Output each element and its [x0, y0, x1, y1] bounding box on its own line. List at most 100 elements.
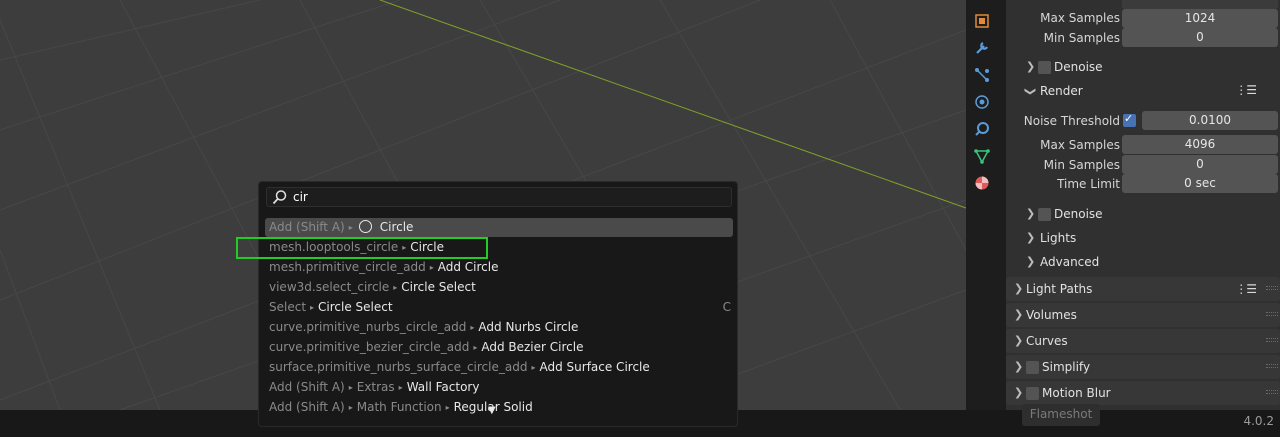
result-path: mesh.primitive_circle_add — [269, 260, 426, 274]
result-path: Add (Shift A) — [269, 220, 345, 234]
volumes-panel[interactable]: ❯ Volumes — [1006, 303, 1280, 327]
chevron-right-icon: ❯ — [1014, 386, 1024, 399]
viewport-max-samples-label: Max Samples — [1040, 11, 1120, 25]
panel-gap — [998, 0, 1006, 410]
chevron-right-icon: ❯ — [1026, 207, 1036, 220]
render-min-samples-label: Min Samples — [1043, 158, 1120, 172]
drag-handle-icon[interactable] — [1266, 390, 1278, 394]
operator-search-popup: Add (Shift A)▸Circlemesh.looptools_circl… — [258, 181, 738, 427]
result-path: curve.primitive_bezier_circle_add — [269, 340, 470, 354]
material-icon[interactable] — [974, 175, 990, 191]
lights-subpanel[interactable]: ❯ Lights — [1020, 227, 1278, 249]
search-input[interactable] — [293, 189, 693, 205]
chevron-right-icon: ❯ — [1014, 282, 1024, 295]
curves-panel[interactable]: ❯ Curves — [1006, 329, 1280, 353]
render-denoise-checkbox[interactable] — [1038, 208, 1051, 221]
noise-threshold-field[interactable]: 0.0100 — [1142, 111, 1278, 130]
result-path: Add (Shift A) — [269, 380, 345, 394]
chevron-right-icon: ❯ — [1026, 231, 1036, 244]
search-box[interactable] — [266, 187, 732, 207]
volumes-label: Volumes — [1026, 308, 1077, 322]
render-max-samples-label: Max Samples — [1040, 138, 1120, 152]
result-path: view3d.select_circle — [269, 280, 390, 294]
viewport-min-samples-row: Min Samples 0 — [1006, 28, 1280, 48]
properties-tab-column — [966, 0, 998, 410]
circle-icon — [358, 220, 372, 233]
result-subpath: Math Function — [356, 400, 442, 414]
breadcrumb-arrow-icon: ▸ — [429, 263, 434, 272]
render-min-samples-field[interactable]: 0 — [1122, 155, 1278, 174]
result-name: Add Circle — [437, 260, 499, 274]
result-name: Add Surface Circle — [539, 360, 650, 374]
viewport-min-samples-label: Min Samples — [1043, 31, 1120, 45]
drag-handle-icon[interactable] — [1266, 364, 1278, 368]
result-path: surface.primitive_nurbs_surface_circle_a… — [269, 360, 528, 374]
properties-panel: Max Samples 1024 Min Samples 0 ❯ Denoise… — [1006, 0, 1280, 410]
chevron-right-icon: ❯ — [1026, 255, 1036, 268]
motion-blur-panel[interactable]: ❯ Motion Blur — [1006, 381, 1280, 405]
render-max-samples-field[interactable]: 4096 — [1122, 135, 1278, 154]
search-result-item[interactable]: Select ▸ Circle Select C — [265, 298, 733, 317]
search-result-item[interactable]: view3d.select_circle ▸ Circle Select — [265, 278, 733, 297]
presets-list-icon[interactable]: ⋮☰ — [1235, 83, 1257, 97]
search-result-item[interactable]: curve.primitive_bezier_circle_add ▸ Add Be… — [265, 338, 733, 357]
breadcrumb-arrow-icon: ▸ — [470, 323, 475, 332]
result-path: Select — [269, 300, 307, 314]
breadcrumb-arrow-icon: ▸ — [348, 383, 353, 392]
noise-threshold-row: Noise Threshold 0.0100 — [1006, 111, 1280, 131]
wrench-icon[interactable] — [974, 40, 990, 56]
result-name: Circle Select — [401, 280, 476, 294]
result-name: Add Bezier Circle — [481, 340, 584, 354]
render-label: Render — [1040, 84, 1083, 98]
object-properties-icon[interactable] — [974, 13, 990, 29]
viewport-denoise-subpanel[interactable]: ❯ Denoise — [1020, 56, 1278, 78]
simplify-panel[interactable]: ❯ Simplify — [1006, 355, 1280, 379]
search-result-item[interactable]: surface.primitive_nurbs_surface_circle_a… — [265, 358, 733, 377]
search-result-item[interactable]: curve.primitive_nurbs_circle_add ▸ Add Nur… — [265, 318, 733, 337]
breadcrumb-arrow-icon: ▸ — [531, 363, 536, 372]
physics-icon[interactable] — [974, 94, 990, 110]
particles-icon[interactable] — [974, 67, 990, 83]
viewport-max-samples-field[interactable]: 1024 — [1122, 9, 1278, 28]
viewport-denoise-checkbox[interactable] — [1038, 61, 1051, 74]
simplify-checkbox[interactable] — [1026, 361, 1039, 374]
viewport-denoise-label: Denoise — [1054, 60, 1103, 74]
light-paths-panel[interactable]: ❯ Light Paths ⋮☰ — [1006, 277, 1280, 301]
search-result-item[interactable]: Add (Shift A) ▸ Extras ▸ Wall Factory — [265, 378, 733, 397]
result-name: Add Nurbs Circle — [478, 320, 579, 334]
breadcrumb-arrow-icon: ▸ — [348, 223, 353, 232]
mouse-cursor-icon: ▼ — [488, 405, 496, 416]
presets-list-icon[interactable]: ⋮☰ — [1235, 282, 1257, 296]
search-result-item[interactable]: Add (Shift A) ▸ Circle — [265, 218, 733, 237]
result-path: curve.primitive_nurbs_circle_add — [269, 320, 467, 334]
render-denoise-subpanel[interactable]: ❯ Denoise — [1020, 203, 1278, 225]
breadcrumb-arrow-icon: ▸ — [348, 403, 353, 412]
breadcrumb-arrow-icon: ▸ — [393, 283, 398, 292]
breadcrumb-arrow-icon: ▸ — [445, 403, 450, 412]
noise-threshold-checkbox[interactable] — [1123, 112, 1136, 127]
chevron-right-icon: ❯ — [1014, 360, 1024, 373]
drag-handle-icon[interactable] — [1266, 338, 1278, 342]
time-limit-row: Time Limit 0 sec — [1006, 174, 1280, 194]
breadcrumb-arrow-icon: ▸ — [310, 303, 315, 312]
data-icon[interactable] — [974, 148, 990, 164]
drag-handle-icon[interactable] — [1266, 286, 1278, 290]
advanced-label: Advanced — [1040, 255, 1100, 269]
noise-threshold-label: Noise Threshold — [1023, 114, 1120, 128]
motion-blur-checkbox[interactable] — [1026, 387, 1039, 400]
breadcrumb-arrow-icon: ▸ — [473, 343, 478, 352]
advanced-subpanel[interactable]: ❯ Advanced — [1020, 251, 1278, 273]
viewport-min-samples-field[interactable]: 0 — [1122, 28, 1278, 47]
render-subpanel-header[interactable]: ❯ Render ⋮☰ — [1006, 80, 1280, 102]
search-result-item[interactable]: Add (Shift A) ▸ Math Function ▸ Regular Soli… — [265, 398, 733, 417]
search-result-item[interactable]: mesh.primitive_circle_add ▸ Add Circle — [265, 258, 733, 277]
motion-blur-label: Motion Blur — [1042, 386, 1111, 400]
result-shortcut: C — [722, 300, 731, 314]
drag-handle-icon[interactable] — [1266, 312, 1278, 316]
result-name: Wall Factory — [406, 380, 480, 394]
time-limit-field[interactable]: 0 sec — [1122, 174, 1278, 193]
constraints-icon[interactable] — [974, 121, 990, 137]
render-max-samples-row: Max Samples 4096 — [1006, 135, 1280, 155]
chevron-right-icon: ❯ — [1014, 334, 1024, 347]
viewport-max-samples-row: Max Samples 1024 — [1006, 8, 1280, 28]
